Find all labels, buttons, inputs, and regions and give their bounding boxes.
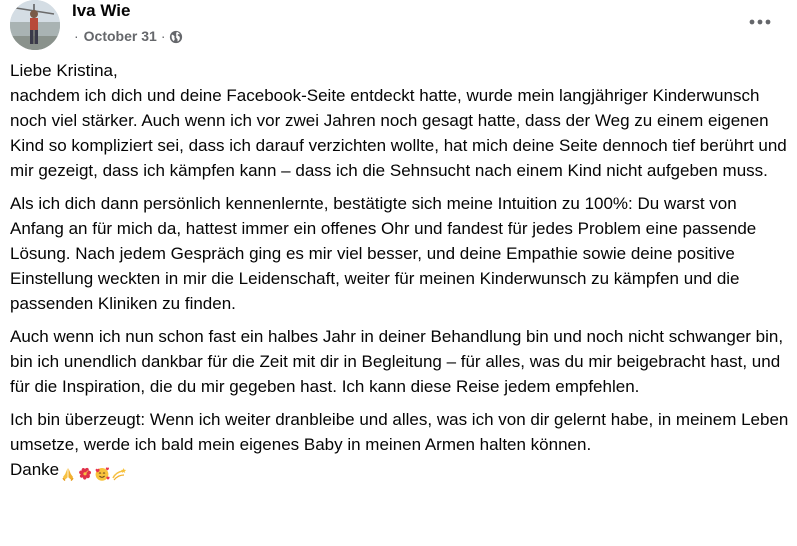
globe-icon[interactable] <box>169 30 183 44</box>
post-meta: · October 31 · <box>72 28 183 45</box>
facebook-post: Iva Wie · October 31 · Liebe Kristina, n… <box>0 0 797 546</box>
post-text: Liebe Kristina, nachdem ich dich und dei… <box>10 58 790 493</box>
dizzy-icon <box>112 467 127 480</box>
post-header: Iva Wie · October 31 · <box>10 0 790 52</box>
author-name[interactable]: Iva Wie <box>72 1 130 21</box>
hibiscus-icon <box>79 467 92 480</box>
post-paragraph-1: Liebe Kristina, nachdem ich dich und dei… <box>10 58 790 183</box>
meta-separator: · <box>74 28 79 44</box>
post-paragraph-2: Als ich dich dann persönlich kennenlernt… <box>10 191 790 316</box>
paragraph-3-text: Auch wenn ich nun schon fast ein halbes … <box>10 327 784 396</box>
closing-emojis <box>60 460 128 485</box>
closing-text: Danke <box>10 460 60 479</box>
paragraph-1-text: Liebe Kristina, nachdem ich dich und dei… <box>10 61 787 180</box>
avatar[interactable] <box>10 0 60 50</box>
post-date[interactable]: October 31 <box>84 28 157 45</box>
paragraph-4-text: Ich bin überzeugt: Wenn ich weiter dranb… <box>10 410 789 454</box>
paragraph-2-text: Als ich dich dann persönlich kennenlernt… <box>10 194 757 313</box>
praying-hands-icon <box>62 467 74 481</box>
post-paragraph-3: Auch wenn ich nun schon fast ein halbes … <box>10 324 790 399</box>
post-paragraph-4: Ich bin überzeugt: Wenn ich weiter dranb… <box>10 407 790 485</box>
smiling-face-with-hearts-icon <box>95 466 110 481</box>
more-options-icon[interactable] <box>748 10 772 34</box>
meta-separator-2: · <box>160 28 166 44</box>
